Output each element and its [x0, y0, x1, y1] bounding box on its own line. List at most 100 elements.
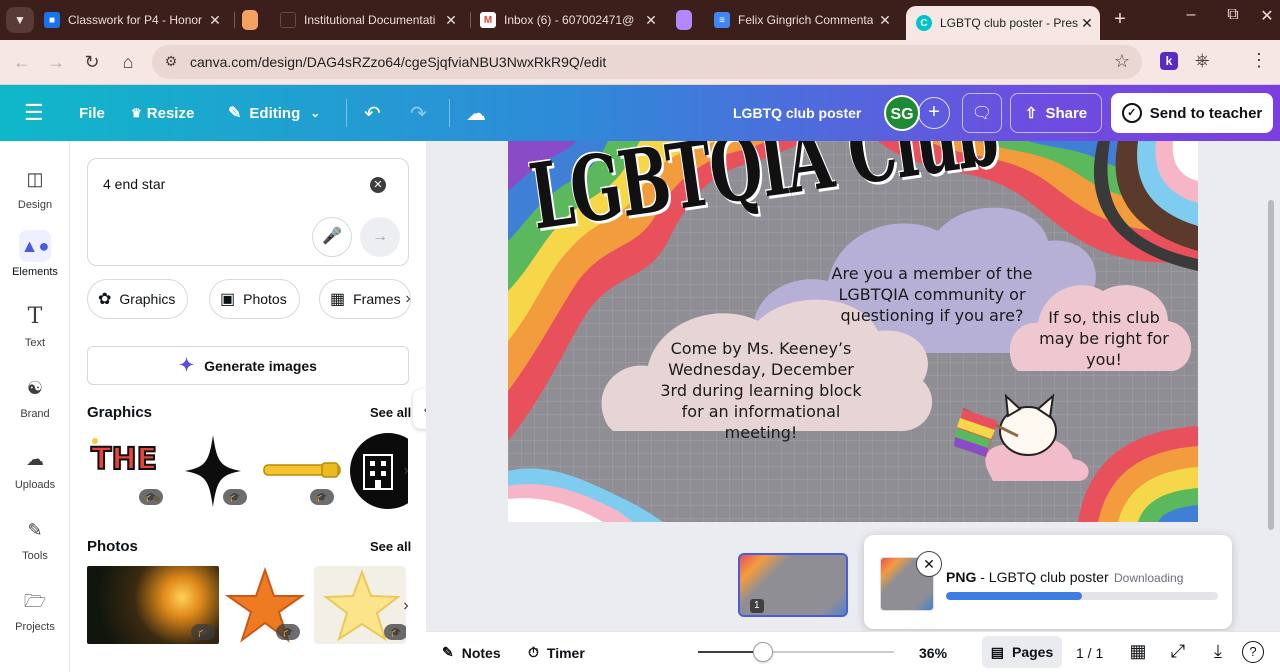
tab-felix-gingrich[interactable]: ≡ Felix Gingrich Commenta ✕: [714, 6, 898, 34]
rail-item-projects[interactable]: 🗁 Projects: [0, 585, 70, 633]
help-icon[interactable]: ?: [1242, 641, 1264, 663]
graphics-see-all-link[interactable]: See all: [370, 405, 411, 420]
photos-section-title: Photos: [87, 538, 138, 555]
resize-button[interactable]: ♛ Resize: [131, 85, 194, 141]
avatar[interactable]: SG: [884, 95, 920, 131]
chevron-right-icon[interactable]: ›: [396, 596, 416, 616]
url-text[interactable]: canva.com/design/DAG4sRZzo64/cgeSjqfviaN…: [190, 54, 606, 70]
tab-search-button[interactable]: ▼: [6, 7, 34, 33]
rail-item-elements[interactable]: ▲● Elements: [0, 230, 70, 278]
tab-pinned-orange[interactable]: [242, 6, 272, 34]
tab-pinned-purple[interactable]: [676, 6, 706, 34]
tab-inbox[interactable]: M Inbox (6) - 607002471@ ✕: [480, 6, 664, 34]
photos-see-all-link[interactable]: See all: [370, 539, 411, 554]
timer-label: Timer: [546, 644, 585, 661]
restore-icon[interactable]: ⧉: [1218, 6, 1248, 24]
tab-institutional-documentation[interactable]: Institutional Documentati ✕: [280, 6, 464, 34]
search-input[interactable]: 4 end star: [103, 176, 165, 192]
tab-title: Institutional Documentati: [304, 13, 436, 27]
tab-close-icon[interactable]: ✕: [442, 11, 460, 29]
chip-photos[interactable]: ▣ Photos: [209, 279, 300, 319]
new-tab-button[interactable]: +: [1108, 8, 1132, 31]
tab-title: Inbox (6) - 607002471@: [504, 13, 635, 27]
poster-canvas[interactable]: LGBTQIA Club Are you a member of the LGB…: [508, 141, 1198, 522]
back-icon[interactable]: ←: [10, 50, 34, 74]
home-icon[interactable]: ⌂: [116, 50, 140, 74]
fullscreen-icon[interactable]: ⤢: [1166, 641, 1190, 662]
photo-yellow-star[interactable]: 🎓: [314, 566, 406, 644]
tab-close-icon[interactable]: ✕: [206, 11, 224, 29]
search-submit-arrow-icon[interactable]: →: [360, 217, 400, 257]
graphic-gold-bar[interactable]: 🎓: [262, 433, 342, 509]
tab-title: Classwork for P4 - Honor: [68, 13, 203, 27]
extensions-puzzle-icon[interactable]: ⎈: [1195, 50, 1209, 71]
pages-button[interactable]: ▤ Pages: [982, 636, 1062, 668]
photo-starfish[interactable]: 🎓: [224, 566, 306, 644]
undo-icon[interactable]: ↶: [364, 85, 381, 141]
download-icon[interactable]: ⤓: [1206, 641, 1230, 662]
minimize-icon[interactable]: –: [1176, 6, 1206, 24]
design-icon: ◫: [26, 169, 44, 189]
redo-icon[interactable]: ↷: [410, 85, 427, 141]
main-menu-icon[interactable]: ☰: [24, 85, 44, 141]
close-toast-icon[interactable]: ✕: [916, 551, 942, 577]
timer-button[interactable]: ⏱ Timer: [528, 632, 585, 672]
zoom-slider-knob[interactable]: [752, 642, 773, 662]
clear-search-icon[interactable]: ✕: [370, 177, 386, 193]
bookmark-star-icon[interactable]: ☆: [1114, 51, 1130, 72]
send-to-teacher-button[interactable]: ✓ Send to teacher: [1111, 93, 1273, 133]
tab-lgbtq-club-poster[interactable]: C LGBTQ club poster - Pres ✕: [906, 6, 1100, 40]
poster-meeting-text[interactable]: Come by Ms. Keeney’s Wednesday, December…: [656, 338, 866, 443]
design-title[interactable]: LGBTQ club poster: [733, 85, 861, 141]
brand-icon: ☯: [26, 378, 44, 398]
rail-item-design[interactable]: ◫ Design: [0, 163, 70, 211]
microphone-icon[interactable]: 🎤: [312, 217, 352, 257]
rail-label: Brand: [20, 408, 50, 420]
tab-classwork[interactable]: ■ Classwork for P4 - Honor ✕: [44, 6, 228, 34]
page-count[interactable]: 1 / 1: [1076, 632, 1103, 672]
check-circle-icon: ✓: [1121, 103, 1142, 123]
browser-menu-icon[interactable]: ⋮: [1250, 50, 1268, 71]
download-title: PNG - LGBTQ club poster: [946, 569, 1109, 585]
extension-k-icon[interactable]: k: [1160, 52, 1178, 70]
notes-label: Notes: [461, 644, 501, 661]
poster-invite-text[interactable]: If so, this club may be right for you!: [1038, 307, 1170, 370]
photo-earth-sunrise[interactable]: 🎓: [87, 566, 219, 644]
rail-item-tools[interactable]: ✎ Tools: [0, 514, 70, 562]
notes-button[interactable]: ✎ Notes: [442, 632, 501, 672]
left-rail: ◫ Design ▲● Elements T Text ☯ Brand ☁ Up…: [0, 141, 70, 672]
omnibox[interactable]: ⚙ canva.com/design/DAG4sRZzo64/cgeSjqfvi…: [152, 45, 1142, 79]
app-favicon-icon: [242, 10, 258, 30]
rail-item-brand[interactable]: ☯ Brand: [0, 372, 70, 420]
rail-item-text[interactable]: T Text: [0, 301, 70, 349]
search-box[interactable]: 4 end star ✕ 🎤 →: [87, 158, 409, 266]
forward-icon[interactable]: →: [44, 50, 68, 74]
generate-images-button[interactable]: ✦ Generate images: [87, 346, 409, 385]
rail-item-uploads[interactable]: ☁ Uploads: [0, 443, 70, 491]
close-window-icon[interactable]: ✕: [1252, 6, 1280, 26]
chevron-right-icon[interactable]: ›: [396, 461, 416, 481]
zoom-percent[interactable]: 36%: [919, 632, 947, 672]
send-to-teacher-label: Send to teacher: [1149, 104, 1263, 122]
graphic-the-end[interactable]: THE END 🎓: [87, 433, 167, 509]
share-button[interactable]: ⇧ Share: [1010, 93, 1102, 133]
reload-icon[interactable]: ↻: [80, 50, 104, 74]
toolbar-divider: [346, 99, 347, 127]
page-thumbnail[interactable]: 1: [738, 553, 848, 617]
tab-close-icon[interactable]: ✕: [642, 11, 660, 29]
tab-close-icon[interactable]: ✕: [876, 11, 894, 29]
add-collaborator-button[interactable]: +: [918, 97, 950, 129]
tab-close-icon[interactable]: ✕: [1078, 14, 1096, 32]
download-progress-fill: [946, 592, 1082, 600]
chip-graphics[interactable]: ✿ Graphics: [87, 279, 189, 319]
site-info-icon[interactable]: ⚙: [162, 53, 180, 71]
chevron-right-icon[interactable]: ›: [398, 289, 418, 309]
file-menu-button[interactable]: File: [79, 85, 105, 141]
workspace-scrollbar[interactable]: [1268, 200, 1274, 530]
grid-view-icon[interactable]: ▦: [1126, 641, 1150, 662]
comment-button[interactable]: 🗨: [962, 93, 1002, 133]
editing-mode-button[interactable]: ✎ Editing ⌄: [228, 85, 320, 141]
cloud-saved-icon[interactable]: ☁: [466, 85, 486, 141]
poster-question-text[interactable]: Are you a member of the LGBTQIA communit…: [824, 263, 1040, 326]
graphic-four-point-star[interactable]: 🎓: [175, 433, 255, 509]
